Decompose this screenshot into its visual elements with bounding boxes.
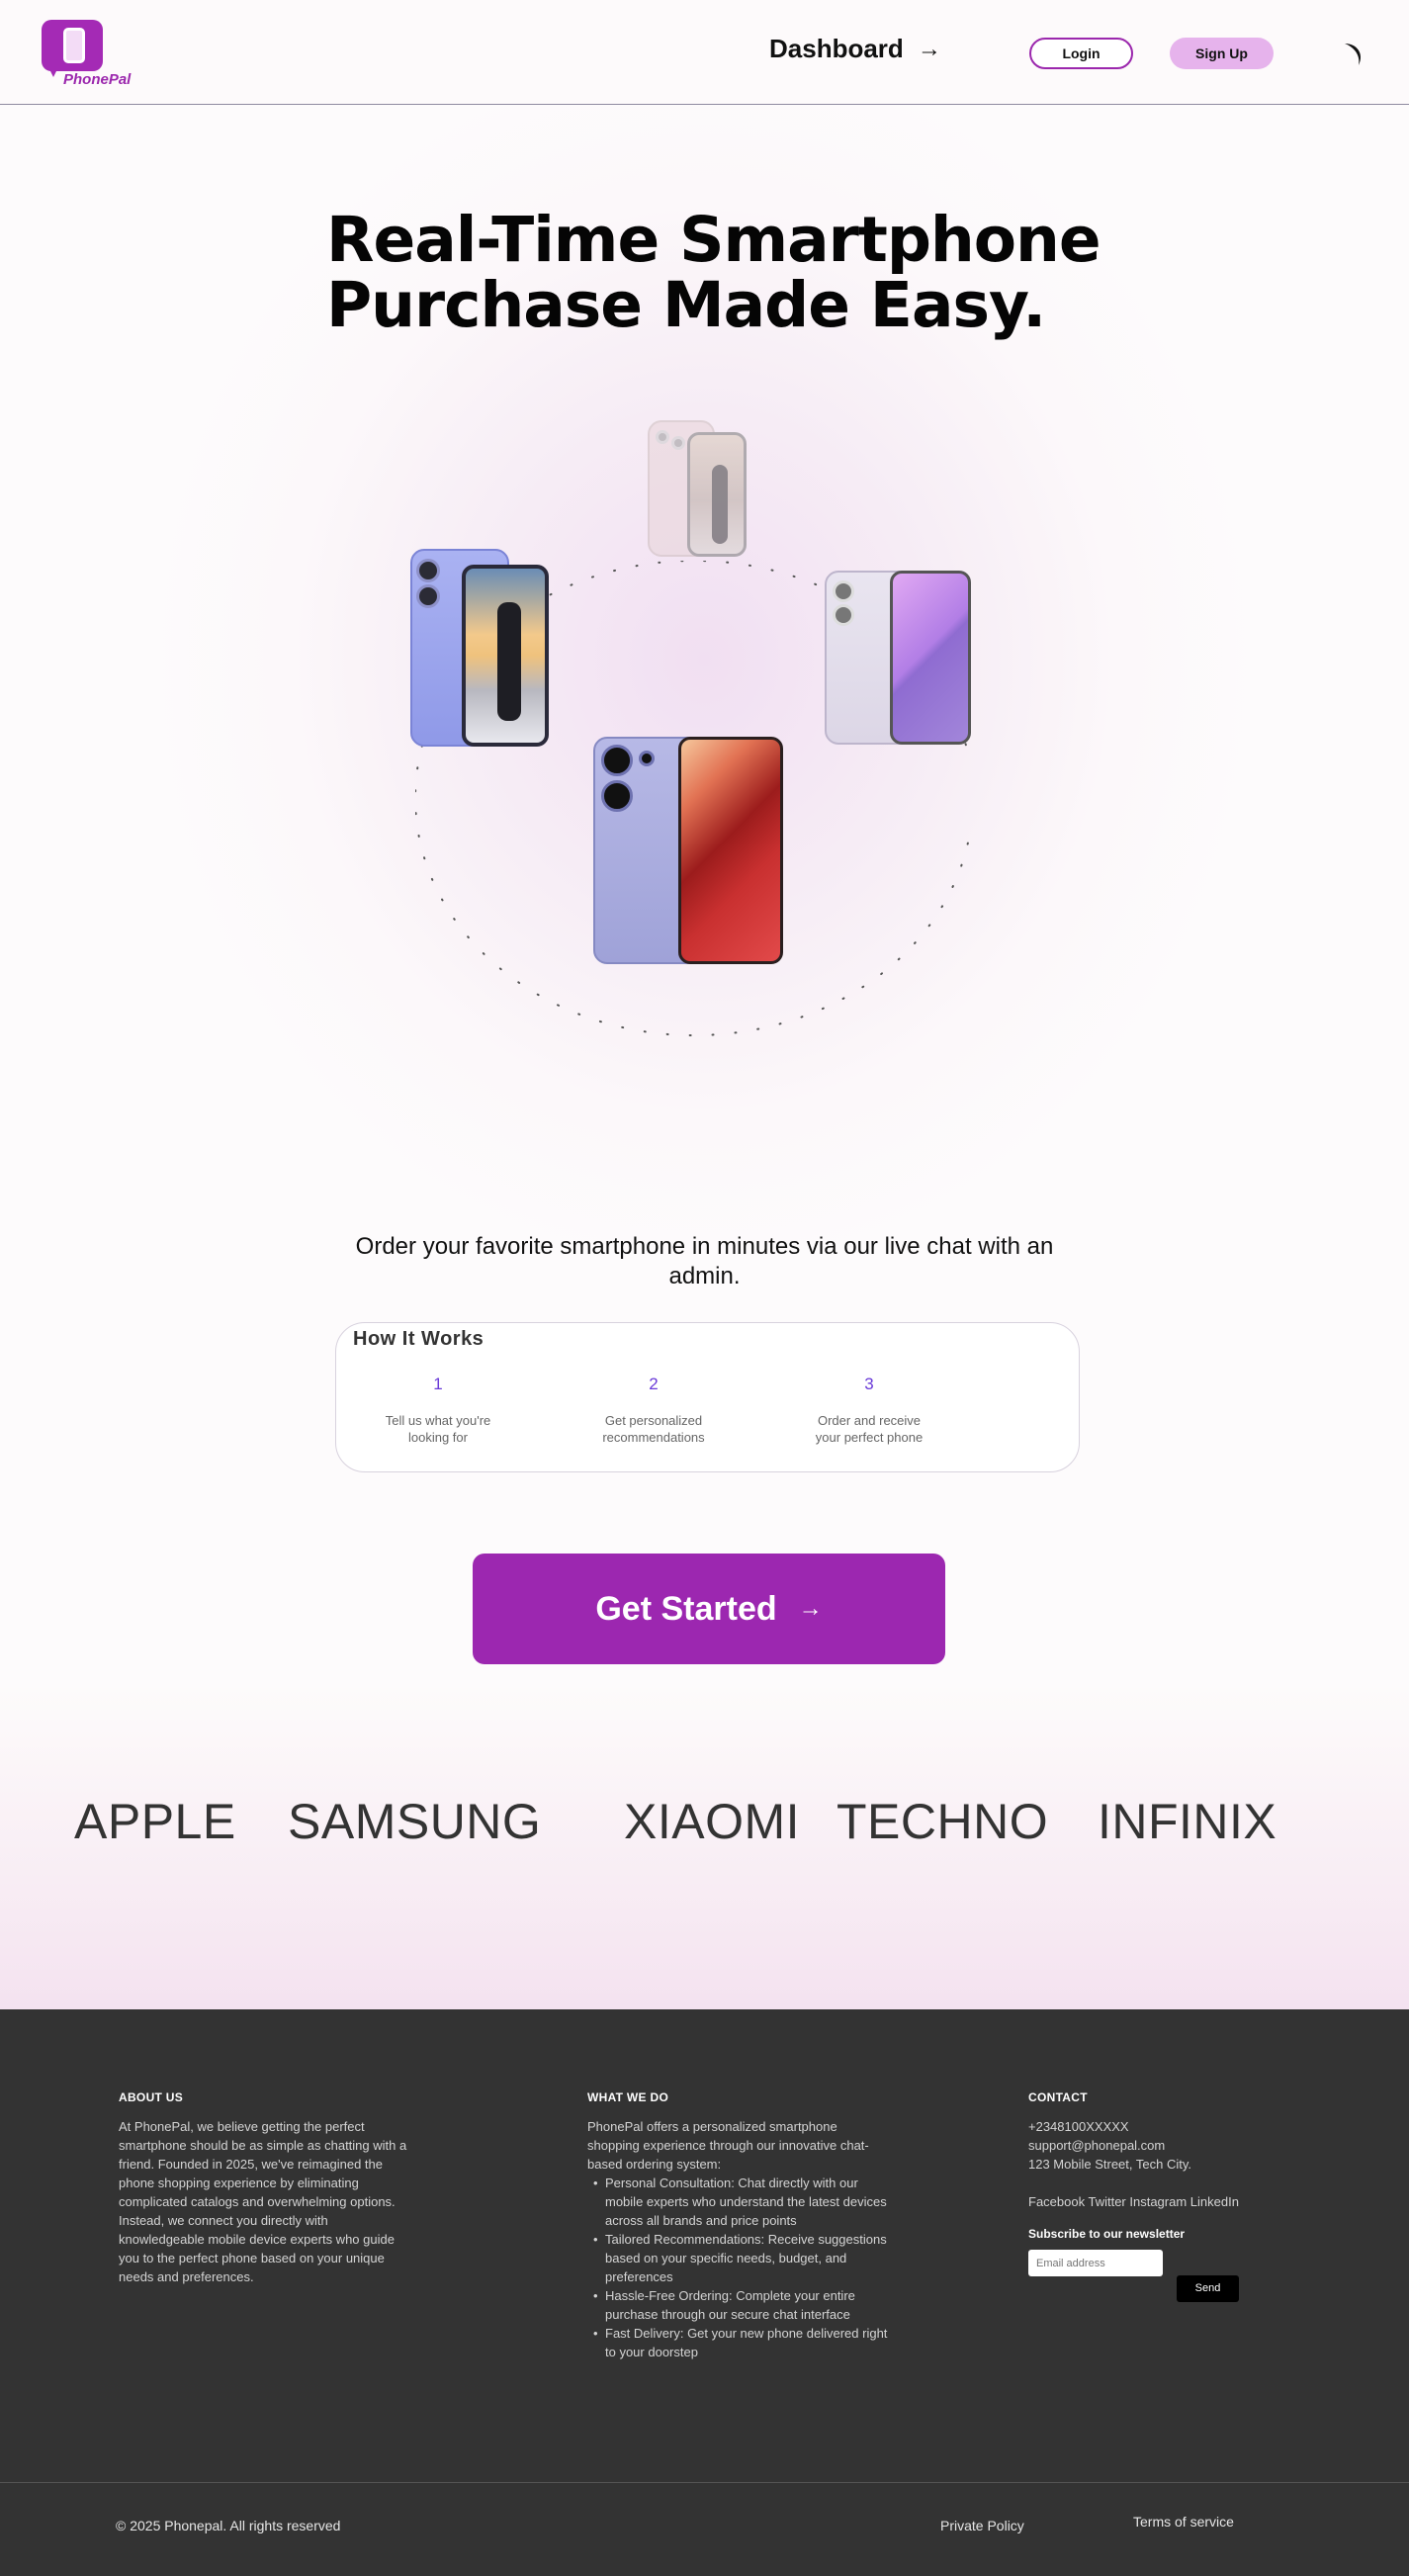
step-number: 2 [649, 1375, 659, 1393]
how-it-works-card: How It Works 1 Tell us what you're looki… [335, 1322, 1080, 1472]
arrow-right-icon: → [798, 1595, 823, 1622]
contact-email: support@phonepal.com [1028, 2138, 1166, 2153]
hero-title-line1: Real-Time Smartphone [326, 204, 1101, 276]
brand-samsung: SAMSUNG [288, 1794, 542, 1849]
get-started-label: Get Started [595, 1589, 777, 1628]
newsletter-email-input[interactable] [1028, 2250, 1163, 2276]
get-started-button[interactable]: Get Started → [473, 1554, 945, 1664]
step-number: 3 [864, 1375, 874, 1393]
services-list: Personal Consultation: Chat directly wit… [587, 2174, 889, 2361]
step-text: Get personalized recommendations [602, 1413, 705, 1445]
step-3: 3 Order and receive your perfect phone [795, 1375, 943, 1446]
list-item: Fast Delivery: Get your new phone delive… [587, 2324, 889, 2361]
list-item: Hassle-Free Ordering: Complete your enti… [587, 2286, 889, 2324]
newsletter-title: Subscribe to our newsletter [1028, 2227, 1186, 2241]
copyright-text: © 2025 Phonepal. All rights reserved [116, 2518, 341, 2533]
brands-section: APPLE SAMSUNG XIAOMI TECHNO INFINIX [0, 1688, 1409, 2009]
site-header: PhonePal Dashboard → Login Sign Up [0, 0, 1409, 105]
hero-section: Real-Time Smartphone Purchase Made Easy. [0, 106, 1409, 1688]
phonepal-logo[interactable]: PhonePal [42, 20, 140, 91]
contact-address: 123 Mobile Street, Tech City. [1028, 2157, 1191, 2172]
step-text: Order and receive your perfect phone [815, 1413, 924, 1445]
list-item: Personal Consultation: Chat directly wit… [587, 2174, 889, 2230]
dashboard-link[interactable]: Dashboard → [769, 34, 941, 64]
how-it-works-title: How It Works [353, 1328, 484, 1350]
hero-title-line2: Purchase Made Easy. [326, 269, 1046, 341]
phone-image-top [648, 420, 751, 559]
brand-apple: APPLE [74, 1794, 236, 1849]
footer-about: ABOUT US At PhonePal, we believe getting… [119, 2088, 415, 2286]
moon-icon[interactable] [1343, 42, 1365, 67]
step-text: Tell us what you're looking for [385, 1413, 491, 1445]
site-footer: ABOUT US At PhonePal, we believe getting… [0, 2009, 1409, 2576]
phone-icon [63, 28, 85, 63]
step-number: 1 [433, 1375, 443, 1393]
hero-title: Real-Time Smartphone Purchase Made Easy. [326, 208, 1117, 338]
brand-techno: TECHNO [837, 1794, 1049, 1849]
footer-contact: CONTACT +2348100XXXXX support@phonepal.c… [1028, 2088, 1285, 2302]
logo-text: PhonePal [63, 71, 132, 88]
phone-image-center [593, 737, 785, 966]
brand-xiaomi: XIAOMI [624, 1794, 801, 1849]
footer-contact-title: CONTACT [1028, 2090, 1088, 2104]
footer-what-we-do-intro: PhonePal offers a personalized smartphon… [587, 2119, 869, 2172]
contact-phone: +2348100XXXXX [1028, 2119, 1129, 2134]
logo-bubble-tail [47, 65, 59, 77]
footer-about-text: At PhonePal, we believe getting the perf… [119, 2119, 407, 2284]
phone-image-right [825, 571, 973, 747]
signup-button[interactable]: Sign Up [1170, 38, 1274, 69]
footer-about-title: ABOUT US [119, 2090, 184, 2104]
brand-infinix: INFINIX [1098, 1794, 1277, 1849]
step-2: 2 Get personalized recommendations [579, 1375, 728, 1446]
privacy-policy-link[interactable]: Private Policy [940, 2518, 1024, 2533]
hero-tagline: Order your favorite smartphone in minute… [355, 1233, 1054, 1289]
footer-what-we-do-title: WHAT WE DO [587, 2090, 669, 2104]
step-1: 1 Tell us what you're looking for [364, 1375, 512, 1446]
footer-what-we-do: WHAT WE DO PhonePal offers a personalize… [587, 2088, 889, 2361]
footer-divider [0, 2482, 1409, 2483]
list-item: Tailored Recommendations: Receive sugges… [587, 2230, 889, 2286]
social-links[interactable]: Facebook Twitter Instagram LinkedIn [1028, 2192, 1285, 2211]
login-button[interactable]: Login [1029, 38, 1133, 69]
newsletter-send-button[interactable]: Send [1177, 2275, 1239, 2302]
arrow-right-icon: → [917, 35, 941, 62]
phone-image-left [410, 549, 551, 747]
dashboard-label: Dashboard [769, 34, 904, 63]
terms-of-service-link[interactable]: Terms of service [1133, 2514, 1234, 2530]
